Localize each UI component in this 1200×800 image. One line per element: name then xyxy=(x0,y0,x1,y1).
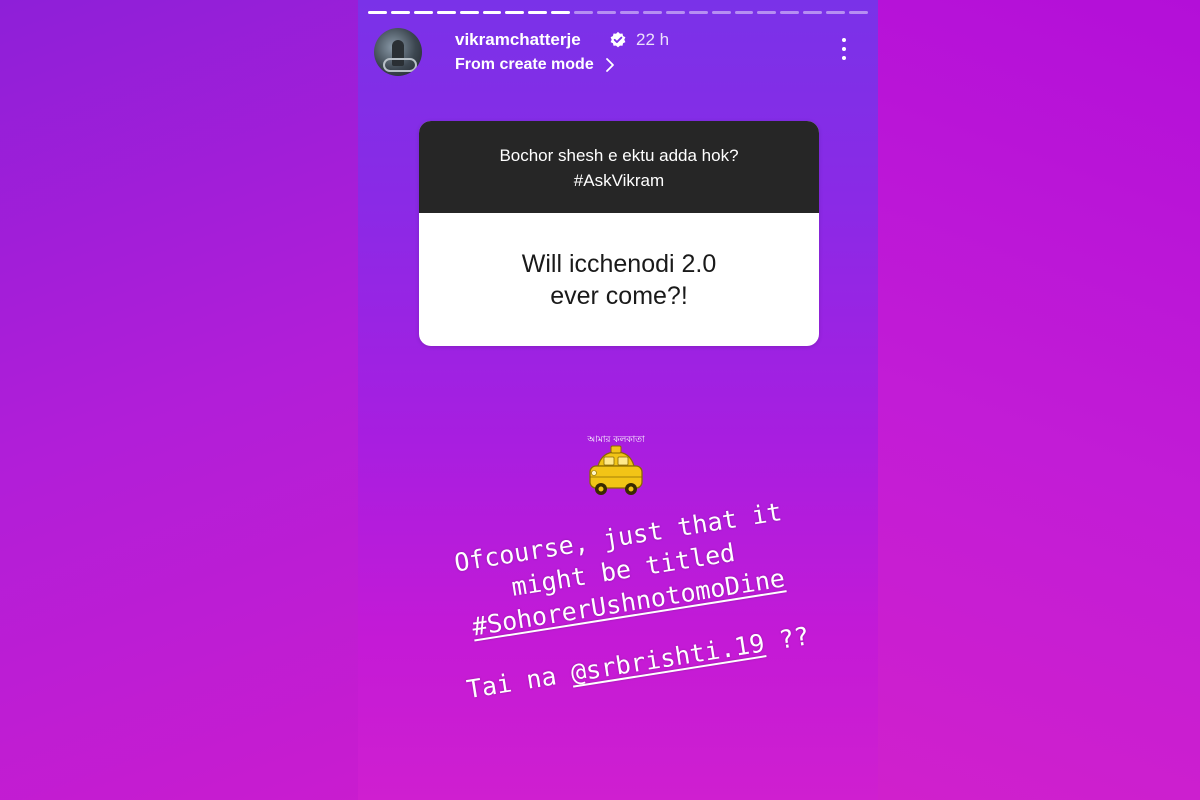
verified-badge-icon xyxy=(610,31,626,48)
progress-segment xyxy=(390,11,410,14)
progress-segment xyxy=(528,11,548,14)
progress-segment xyxy=(665,11,685,14)
progress-segment xyxy=(482,11,502,14)
progress-segment xyxy=(688,11,708,14)
question-prompt-hashtag: #AskVikram xyxy=(573,171,665,190)
progress-segment xyxy=(780,11,800,14)
story-viewer[interactable]: vikramchatterje 22 h From create mode Bo… xyxy=(358,0,878,800)
chevron-right-icon[interactable] xyxy=(604,56,616,74)
progress-segment xyxy=(826,11,846,14)
progress-segment xyxy=(757,11,777,14)
story-progress-bar xyxy=(368,11,868,14)
progress-segment xyxy=(642,11,662,14)
progress-segment xyxy=(505,11,525,14)
progress-segment xyxy=(413,11,433,14)
progress-segment xyxy=(803,11,823,14)
progress-segment xyxy=(436,11,456,14)
more-options-icon[interactable] xyxy=(840,38,848,66)
progress-segment xyxy=(574,11,594,14)
avatar[interactable] xyxy=(374,28,422,76)
progress-segment xyxy=(619,11,639,14)
question-answer: Will icchenodi 2.0 ever come?! xyxy=(419,213,819,346)
progress-segment xyxy=(368,11,387,14)
caption-line4-suffix: ?? xyxy=(762,621,812,658)
create-mode-link[interactable]: From create mode xyxy=(455,56,594,74)
sticker-text: আমার কলকাতা xyxy=(586,435,645,445)
progress-segment xyxy=(734,11,754,14)
username[interactable]: vikramchatterje xyxy=(455,30,581,50)
progress-segment xyxy=(597,11,616,14)
question-prompt-line1: Bochor shesh e ektu adda hok? xyxy=(499,146,739,165)
progress-segment xyxy=(551,11,571,14)
progress-segment xyxy=(711,11,731,14)
background-left xyxy=(0,0,360,800)
answer-line2: ever come?! xyxy=(550,281,688,310)
story-header: vikramchatterje 22 h From create mode xyxy=(374,28,862,78)
background-right xyxy=(878,0,1200,800)
question-prompt: Bochor shesh e ektu adda hok? #AskVikram xyxy=(419,121,819,213)
progress-segment xyxy=(459,11,479,14)
progress-segment xyxy=(849,11,868,14)
post-time: 22 h xyxy=(636,30,670,49)
caption-mention[interactable]: @srbrishti.19 xyxy=(569,628,767,687)
story-caption: Ofcourse, just that it might be titled #… xyxy=(418,490,838,711)
answer-line1: Will icchenodi 2.0 xyxy=(521,249,717,278)
taxi-sticker: আমার কলকাতা xyxy=(586,435,645,495)
caption-line4-prefix: Tai na xyxy=(464,658,574,705)
question-sticker-card: Bochor shesh e ektu adda hok? #AskVikram… xyxy=(419,121,819,346)
